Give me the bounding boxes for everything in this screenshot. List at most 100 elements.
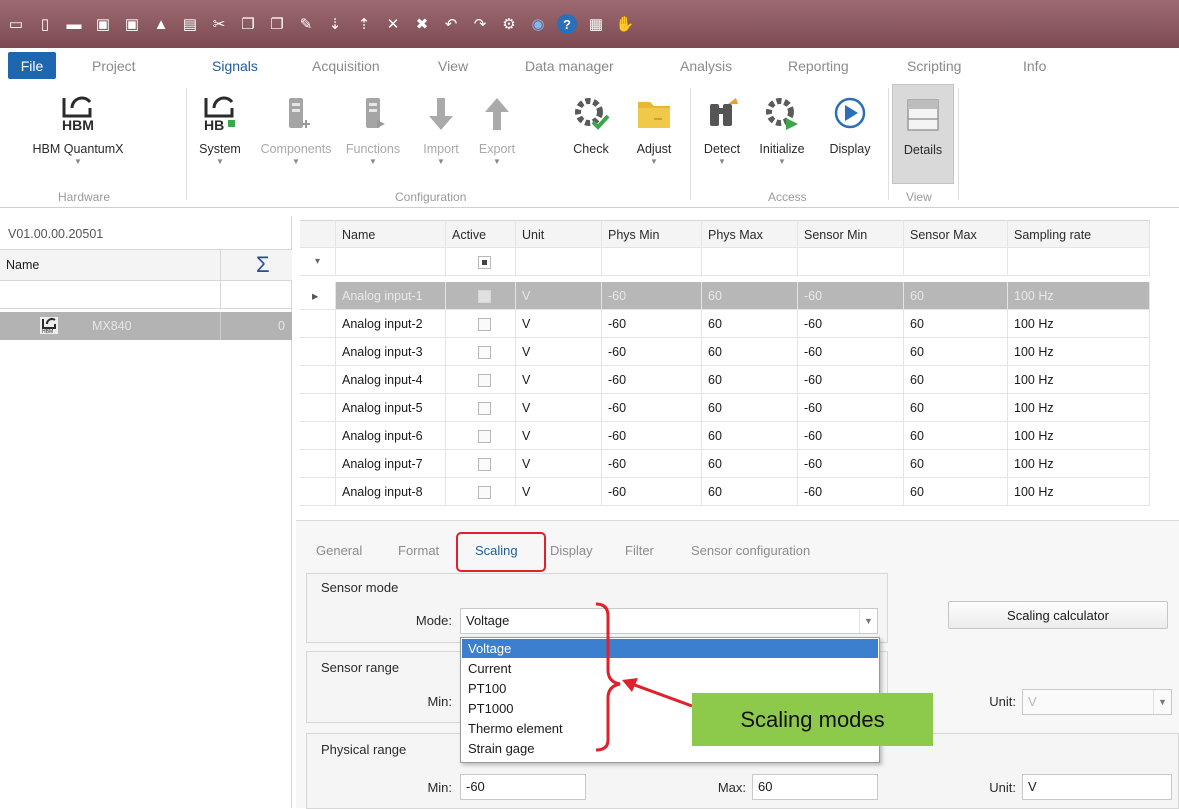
- scaling-calculator-button[interactable]: Scaling calculator: [948, 601, 1168, 629]
- cell-active[interactable]: [446, 338, 516, 366]
- cell-unit[interactable]: V: [516, 422, 602, 450]
- cell-phys-min[interactable]: -60: [602, 282, 702, 310]
- row-indicator[interactable]: [300, 422, 336, 450]
- undo-icon[interactable]: ↶: [441, 14, 461, 34]
- open-folder-icon[interactable]: ▬: [64, 14, 84, 34]
- column-header-unit[interactable]: Unit: [516, 220, 602, 248]
- filter-cell[interactable]: [336, 248, 446, 276]
- cell-sensor-min[interactable]: -60: [798, 478, 904, 506]
- tab-data-manager[interactable]: Data manager: [525, 58, 614, 74]
- cell-phys-min[interactable]: -60: [602, 394, 702, 422]
- row-indicator[interactable]: [300, 366, 336, 394]
- cell-phys-max[interactable]: 60: [702, 338, 798, 366]
- cell-sampling-rate[interactable]: 100 Hz: [1008, 366, 1150, 394]
- cell-unit[interactable]: V: [516, 310, 602, 338]
- table-row[interactable]: Analog input-5 V -60 60 -60 60 100 Hz: [300, 394, 1150, 422]
- detect-button[interactable]: Detect ▼: [694, 92, 750, 166]
- adjust-button[interactable]: Adjust ▼: [628, 92, 680, 166]
- display-button[interactable]: Display: [820, 92, 880, 156]
- chevron-down-icon[interactable]: ▼: [1153, 690, 1171, 714]
- filter-icon[interactable]: ▾: [300, 248, 336, 276]
- row-indicator[interactable]: ▸: [300, 282, 336, 310]
- cell-phys-min[interactable]: -60: [602, 450, 702, 478]
- cell-sensor-min[interactable]: -60: [798, 282, 904, 310]
- table-row[interactable]: Analog input-3 V -60 60 -60 60 100 Hz: [300, 338, 1150, 366]
- cell-name[interactable]: Analog input-3: [336, 338, 446, 366]
- cell-sensor-min[interactable]: -60: [798, 366, 904, 394]
- image-icon[interactable]: ▦: [586, 14, 606, 34]
- cell-unit[interactable]: V: [516, 338, 602, 366]
- cell-sampling-rate[interactable]: 100 Hz: [1008, 338, 1150, 366]
- chevron-down-icon[interactable]: ▼: [859, 609, 877, 633]
- cell-active[interactable]: [446, 450, 516, 478]
- cell-phys-max[interactable]: 60: [702, 422, 798, 450]
- auto-icon[interactable]: ▲: [151, 14, 171, 34]
- physical-range-min-field[interactable]: -60: [460, 774, 586, 800]
- cell-sampling-rate[interactable]: 100 Hz: [1008, 422, 1150, 450]
- cell-active[interactable]: [446, 310, 516, 338]
- column-header-phys-max[interactable]: Phys Max: [702, 220, 798, 248]
- cell-sensor-max[interactable]: 60: [904, 422, 1008, 450]
- hand-icon[interactable]: ✋: [615, 14, 635, 34]
- active-checkbox[interactable]: [478, 458, 491, 472]
- tab-display[interactable]: Display: [550, 543, 593, 558]
- cell-phys-max[interactable]: 60: [702, 366, 798, 394]
- cell-sensor-max[interactable]: 60: [904, 450, 1008, 478]
- active-checkbox[interactable]: [478, 486, 491, 500]
- filter-cell[interactable]: [798, 248, 904, 276]
- tab-info[interactable]: Info: [1023, 58, 1046, 74]
- initialize-button[interactable]: Initialize ▼: [752, 92, 812, 166]
- table-row[interactable]: Analog input-4 V -60 60 -60 60 100 Hz: [300, 366, 1150, 394]
- row-indicator[interactable]: [300, 394, 336, 422]
- filter-cell[interactable]: [1008, 248, 1150, 276]
- cell-sensor-min[interactable]: -60: [798, 450, 904, 478]
- app-icon[interactable]: ▭: [6, 14, 26, 34]
- tab-scripting[interactable]: Scripting: [907, 58, 961, 74]
- cell-name[interactable]: Analog input-6: [336, 422, 446, 450]
- cell-active[interactable]: [446, 394, 516, 422]
- paste-icon[interactable]: ❐: [267, 14, 287, 34]
- cell-unit[interactable]: V: [516, 366, 602, 394]
- column-header-sensor-min[interactable]: Sensor Min: [798, 220, 904, 248]
- redo-icon[interactable]: ↷: [470, 14, 490, 34]
- active-checkbox[interactable]: [478, 402, 491, 416]
- cell-phys-max[interactable]: 60: [702, 478, 798, 506]
- cell-active[interactable]: [446, 366, 516, 394]
- cell-active[interactable]: [446, 478, 516, 506]
- cell-phys-min[interactable]: -60: [602, 478, 702, 506]
- help-icon[interactable]: ?: [557, 14, 577, 34]
- row-indicator[interactable]: [300, 310, 336, 338]
- cell-sensor-min[interactable]: -60: [798, 422, 904, 450]
- system-button[interactable]: HB System ▼: [192, 92, 248, 166]
- cell-unit[interactable]: V: [516, 282, 602, 310]
- hbm-quantumx-button[interactable]: HBM HBM QuantumX ▼: [18, 92, 138, 166]
- cell-unit[interactable]: V: [516, 450, 602, 478]
- components-button[interactable]: Components ▼: [258, 92, 334, 166]
- column-header-sampling-rate[interactable]: Sampling rate: [1008, 220, 1150, 248]
- cell-name[interactable]: Analog input-5: [336, 394, 446, 422]
- device-tree-filter-row[interactable]: [0, 281, 292, 309]
- filter-checkbox[interactable]: [478, 256, 491, 270]
- copy-icon[interactable]: ❐: [238, 14, 258, 34]
- print-icon[interactable]: ▤: [180, 14, 200, 34]
- cell-phys-min[interactable]: -60: [602, 338, 702, 366]
- cell-phys-min[interactable]: -60: [602, 310, 702, 338]
- row-indicator[interactable]: [300, 450, 336, 478]
- column-header-phys-min[interactable]: Phys Min: [602, 220, 702, 248]
- column-header-name[interactable]: Name: [336, 220, 446, 248]
- tab-sensor-configuration[interactable]: Sensor configuration: [691, 543, 810, 558]
- column-header-active[interactable]: Active: [446, 220, 516, 248]
- cut-icon[interactable]: ✂: [209, 14, 229, 34]
- cell-name[interactable]: Analog input-8: [336, 478, 446, 506]
- table-row[interactable]: ▸ Analog input-1 V -60 60 -60 60 100 Hz: [300, 282, 1150, 310]
- cell-name[interactable]: Analog input-2: [336, 310, 446, 338]
- config-icon[interactable]: ◉: [528, 14, 548, 34]
- active-checkbox[interactable]: [478, 318, 491, 332]
- physical-range-unit-field[interactable]: V: [1022, 774, 1172, 800]
- active-checkbox[interactable]: [478, 290, 491, 304]
- cell-sampling-rate[interactable]: 100 Hz: [1008, 394, 1150, 422]
- edit-icon[interactable]: ✎: [296, 14, 316, 34]
- cell-name[interactable]: Analog input-4: [336, 366, 446, 394]
- import-icon[interactable]: ⇣: [325, 14, 345, 34]
- delete-all-icon[interactable]: ✖: [412, 14, 432, 34]
